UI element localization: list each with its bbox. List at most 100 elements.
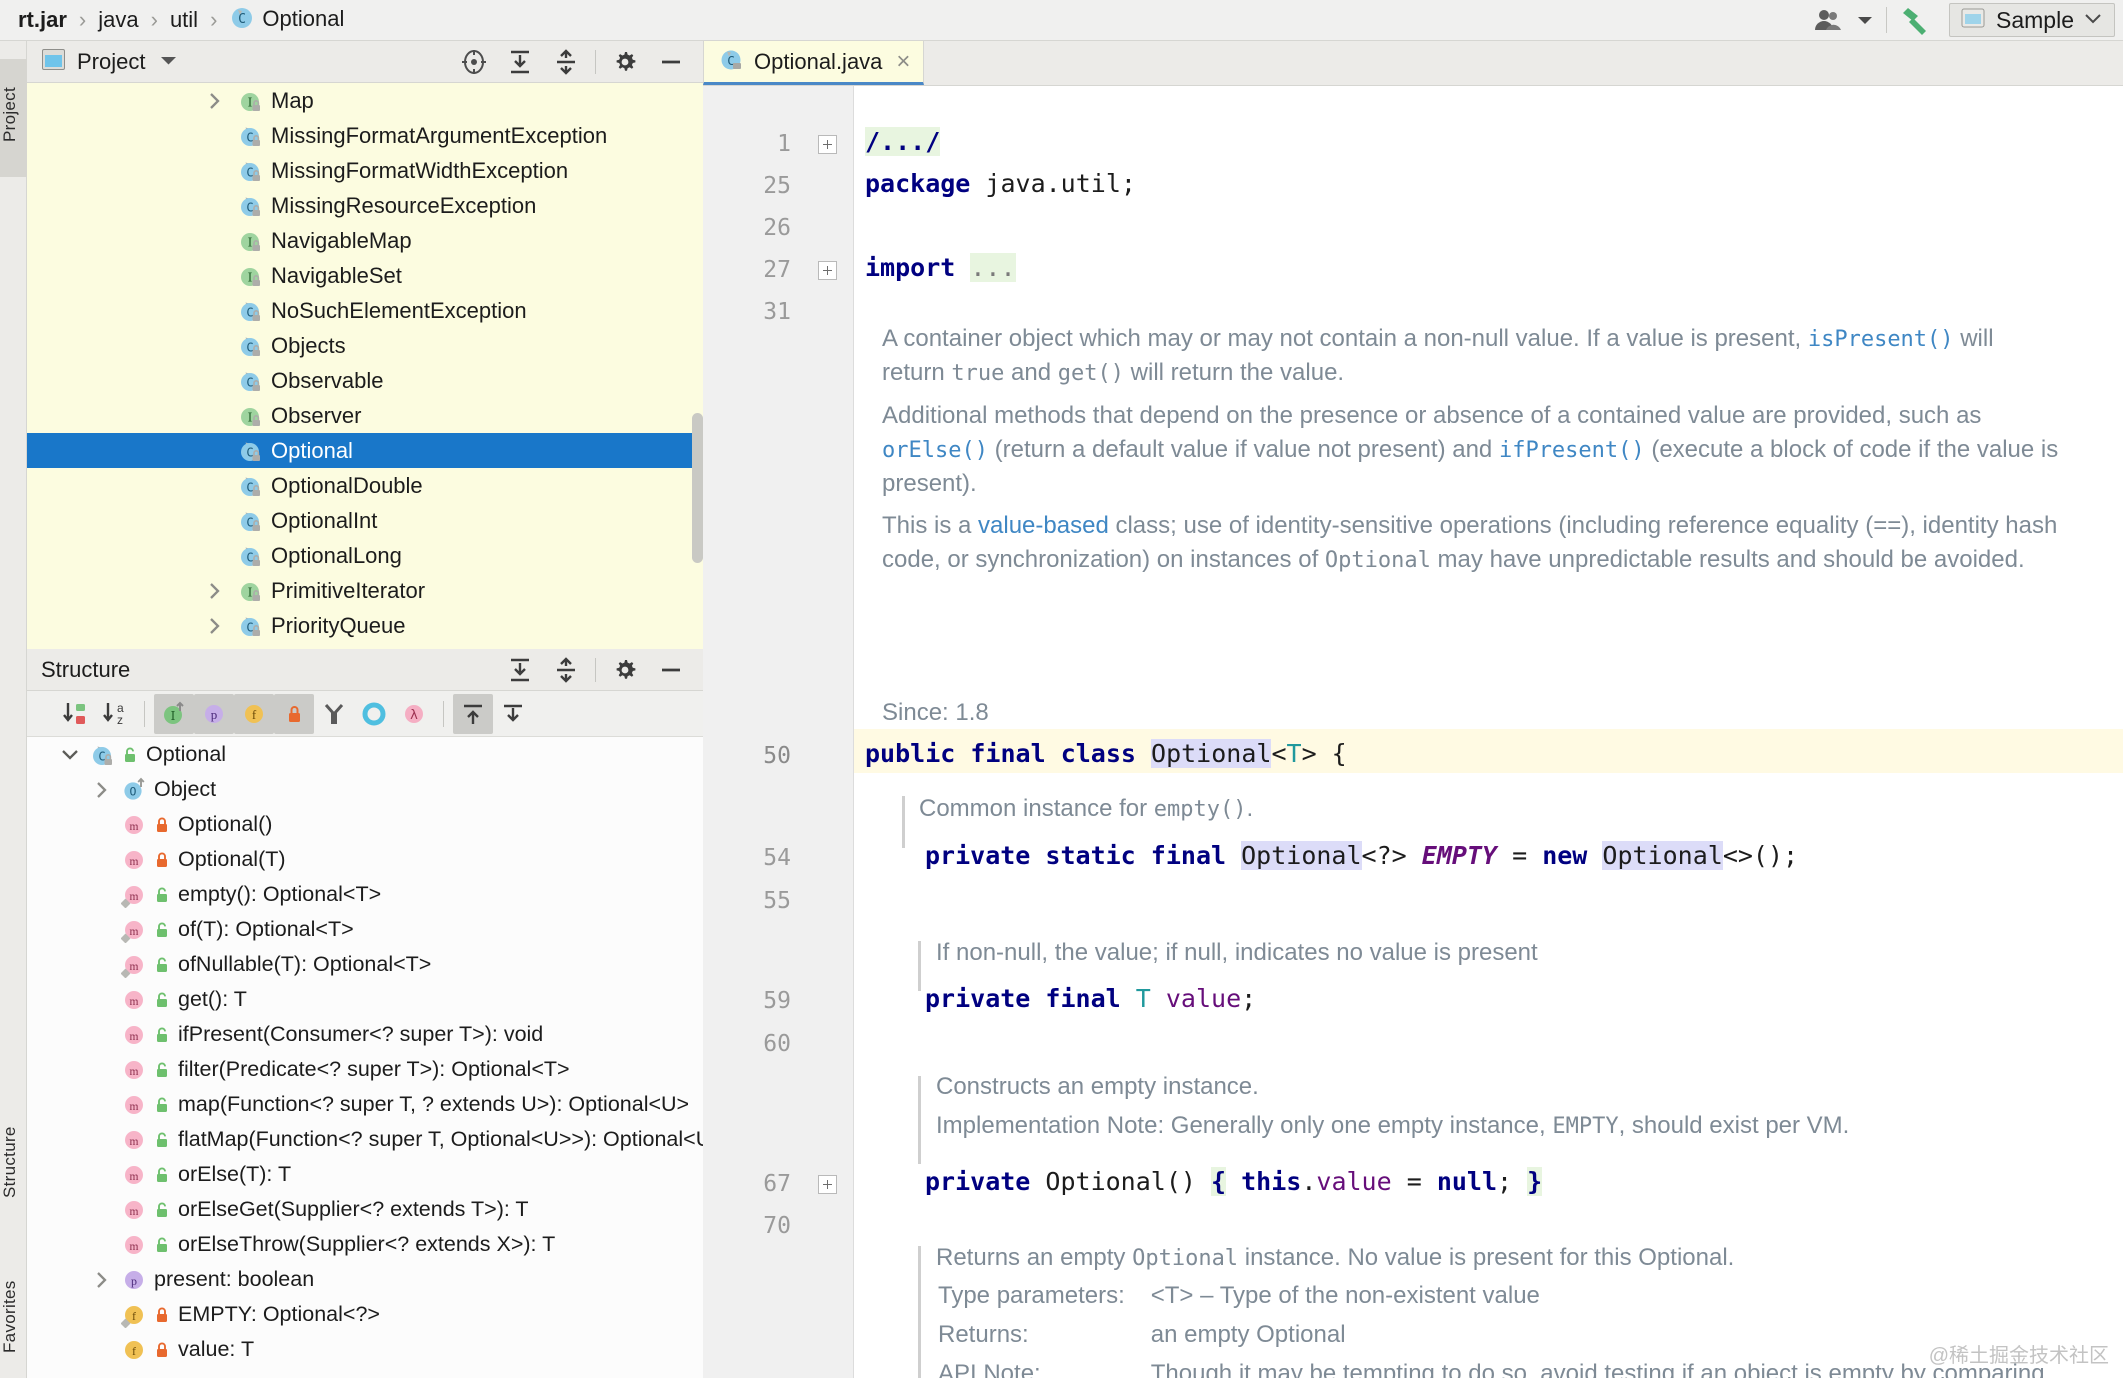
show-anonymous-classes-icon[interactable] (314, 694, 354, 734)
chevron-right-icon[interactable] (87, 1271, 117, 1289)
structure-tree-item[interactable]: m ifPresent(Consumer<? super T>): void (27, 1017, 703, 1052)
structure-tree-item[interactable]: m Optional(T) (27, 842, 703, 877)
structure-tree-item[interactable]: m get(): T (27, 982, 703, 1017)
sidebar-item-favorites[interactable]: Favorites (0, 1251, 27, 1378)
show-non-public-icon[interactable] (274, 693, 314, 734)
fold-marker[interactable] (818, 135, 837, 154)
fold-marker[interactable] (818, 1175, 837, 1194)
run-configuration-selector[interactable]: Sample (1949, 3, 2115, 37)
code-line-25[interactable]: package java.util; (865, 171, 1136, 196)
collapse-all-icon[interactable] (543, 649, 589, 691)
group-methods-icon[interactable] (354, 694, 394, 734)
tab-optional-java[interactable]: C Optional.java × (703, 41, 925, 85)
structure-tree-item[interactable]: m orElseGet(Supplier<? extends T>): T (27, 1192, 703, 1227)
structure-tree-item[interactable]: m of(T): Optional<T> (27, 912, 703, 947)
breadcrumb-item-java[interactable]: java (90, 7, 146, 33)
project-tree-item[interactable]: C OptionalDouble (27, 468, 703, 503)
show-inherited-icon[interactable]: I (154, 693, 194, 734)
structure-tree-item[interactable]: f EMPTY: Optional<?> (27, 1297, 703, 1332)
sort-alphabetically-icon[interactable]: a z (95, 694, 135, 734)
collapse-all-icon[interactable] (493, 694, 533, 734)
project-tree-item[interactable]: I Observer (27, 398, 703, 433)
project-tree-item[interactable]: C Observable (27, 363, 703, 398)
structure-tree-item[interactable]: m Optional() (27, 807, 703, 842)
project-tree-item[interactable]: C PriorityQueue (27, 608, 703, 643)
project-tree-item[interactable]: C MissingFormatWidthException (27, 153, 703, 188)
show-lambdas-icon[interactable]: λ (394, 694, 434, 734)
javadoc-link-value-based[interactable]: value-based (978, 512, 1109, 539)
project-tree-item[interactable]: C OptionalInt (27, 503, 703, 538)
code-line-27[interactable]: import ... (865, 253, 1016, 282)
type-Optional[interactable]: Optional (1602, 841, 1723, 870)
structure-tree-item[interactable]: m map(Function<? super T, ? extends U>): … (27, 1087, 703, 1122)
locate-target-icon[interactable] (451, 41, 497, 83)
show-properties-icon[interactable]: p (194, 693, 234, 734)
gear-settings-icon[interactable] (602, 649, 648, 691)
close-icon[interactable]: × (896, 48, 910, 76)
show-fields-icon[interactable]: f (234, 693, 274, 734)
sidebar-item-project[interactable]: Project (0, 59, 27, 177)
project-tree-item[interactable]: I PrimitiveIterator (27, 573, 703, 608)
project-tree-item[interactable]: C Objects (27, 328, 703, 363)
code-line-59[interactable]: private final T value; (925, 986, 1256, 1011)
collapse-all-icon[interactable] (543, 41, 589, 83)
code-line-67[interactable]: private Optional() { this.value = null; … (925, 1167, 1543, 1196)
structure-tree-item[interactable]: m flatMap(Function<? super T, Optional<U>… (27, 1122, 703, 1157)
minimize-icon[interactable] (648, 649, 694, 691)
code-line-54[interactable]: private static final Optional<?> EMPTY =… (925, 841, 1798, 870)
minimize-icon[interactable] (648, 41, 694, 83)
structure-tree-item[interactable]: m orElse(T): T (27, 1157, 703, 1192)
fold-brace-close[interactable]: } (1527, 1167, 1543, 1196)
fold-marker[interactable] (818, 261, 837, 280)
folded-comment[interactable]: /.../ (865, 127, 941, 156)
project-tree-item[interactable]: C MissingResourceException (27, 188, 703, 223)
structure-tree-item[interactable]: m empty(): Optional<T> (27, 877, 703, 912)
structure-tree-item[interactable]: C Optional (27, 737, 703, 772)
code-line-1[interactable]: /.../ (865, 127, 941, 156)
code-editor[interactable]: 1 25 26 27 31 50 54 55 59 60 67 70 /.../ (703, 86, 2123, 1378)
structure-tree-item[interactable]: O Object (27, 772, 703, 807)
project-tree-item[interactable]: C OptionalLong (27, 538, 703, 573)
expand-all-icon[interactable] (497, 649, 543, 691)
project-tree-item[interactable]: C Optional (27, 433, 703, 468)
chevron-down-icon[interactable] (1852, 0, 1878, 41)
structure-tree-item[interactable]: p present: boolean (27, 1262, 703, 1297)
chevron-down-icon[interactable] (160, 53, 177, 71)
class-name-Optional[interactable]: Optional (1151, 739, 1272, 768)
structure-tree-item[interactable]: m ofNullable(T): Optional<T> (27, 947, 703, 982)
expand-all-icon[interactable] (497, 41, 543, 83)
expand-all-icon[interactable] (453, 693, 493, 734)
chevron-right-icon[interactable] (87, 781, 117, 799)
code-content[interactable]: /.../ package java.util; import ... A co… (854, 86, 2123, 1378)
project-tree-scrollbar[interactable] (692, 413, 703, 563)
structure-tree-item[interactable]: m filter(Predicate<? super T>): Optional<… (27, 1052, 703, 1087)
chevron-right-icon[interactable] (203, 92, 227, 110)
project-tree[interactable]: I Map C MissingFormatArgumentException C Miss… (27, 83, 703, 649)
javadoc-link-isPresent[interactable]: isPresent() (1808, 327, 1954, 352)
project-tree-item[interactable]: I NavigableMap (27, 223, 703, 258)
sidebar-item-structure[interactable]: Structure (0, 1096, 27, 1236)
folded-imports[interactable]: ... (970, 253, 1016, 282)
chevron-right-icon[interactable] (203, 617, 227, 635)
project-tree-item[interactable]: I Map (27, 83, 703, 118)
chevron-down-icon[interactable] (55, 748, 85, 762)
project-tree-item[interactable]: C NoSuchElementException (27, 293, 703, 328)
fold-brace-open[interactable]: { (1211, 1167, 1227, 1196)
breadcrumb-item-optional[interactable]: C Optional (221, 4, 352, 36)
type-Optional[interactable]: Optional (1241, 841, 1362, 870)
structure-tree-item[interactable]: m orElseThrow(Supplier<? extends X>): T (27, 1227, 703, 1262)
breadcrumb-item-rtjar[interactable]: rt.jar (10, 7, 75, 33)
sort-by-visibility-icon[interactable] (55, 694, 95, 734)
editor-gutter[interactable]: 1 25 26 27 31 50 54 55 59 60 67 70 (703, 86, 854, 1378)
javadoc-link-ifPresent[interactable]: ifPresent() (1499, 438, 1645, 463)
project-tree-item[interactable]: I NavigableSet (27, 258, 703, 293)
project-tree-item[interactable]: C MissingFormatArgumentException (27, 118, 703, 153)
hammer-build-icon[interactable] (1895, 0, 1939, 41)
gear-settings-icon[interactable] (602, 41, 648, 83)
chevron-right-icon[interactable] (203, 582, 227, 600)
structure-tree-item[interactable]: f value: T (27, 1332, 703, 1367)
code-line-50[interactable]: public final class Optional<T> { (865, 739, 1347, 768)
user-avatar-icon[interactable] (1808, 0, 1852, 41)
breadcrumb-item-util[interactable]: util (162, 7, 206, 33)
javadoc-link-orElse[interactable]: orElse() (882, 438, 988, 463)
